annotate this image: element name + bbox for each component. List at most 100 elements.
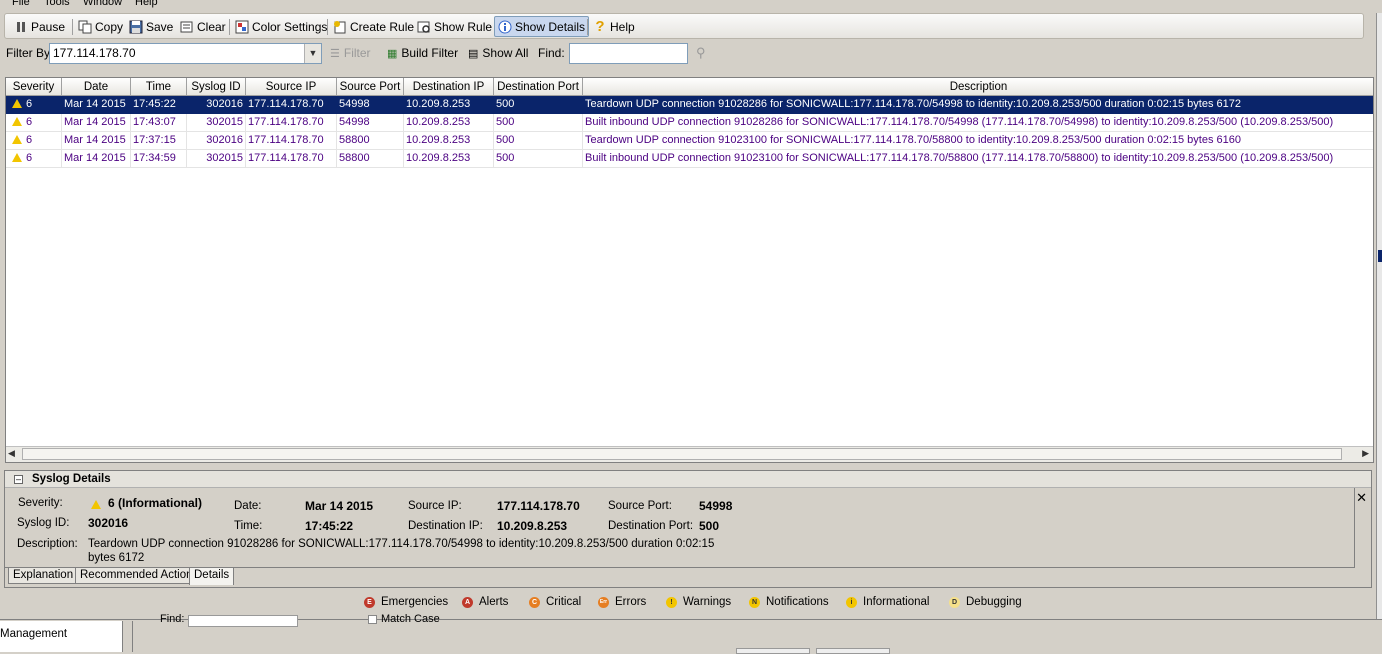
menu-help[interactable]: Help [135,0,158,8]
pause-button[interactable]: Pause [11,16,68,37]
scrollbar-thumb[interactable] [22,448,1342,460]
table-cell: Built inbound UDP connection 91028286 fo… [583,114,1373,132]
search-icon[interactable]: ⚲ [696,45,706,61]
legend-warnings[interactable]: ! Warnings [666,596,731,608]
table-row[interactable]: 6 Mar 14 2015 17:37:15 302016 177.114.178.70… [6,132,1373,150]
column-header-description[interactable]: Description [583,78,1373,96]
legend-critical[interactable]: C Critical [529,596,581,608]
notifications-icon: N [749,596,760,608]
copy-icon [78,20,92,34]
source-ip-value: 177.114.178.70 [497,499,580,513]
table-cell: 302016 [187,132,246,150]
severity-cell: 6 [6,114,62,132]
horizontal-scrollbar[interactable]: ◀ ▶ [6,446,1373,462]
column-header-syslog-id[interactable]: Syslog ID [187,78,246,96]
collapse-icon[interactable]: – [14,475,23,484]
table-row[interactable]: 6 Mar 14 2015 17:43:07 302015 177.114.178.70… [6,114,1373,132]
help-icon: ? [595,17,605,35]
informational-icon: i [846,596,857,608]
time-label: Time: [234,520,263,532]
severity-value: 6 (Informational) [108,496,203,510]
legend-label: Critical [546,596,582,608]
match-case-checkbox[interactable] [368,615,377,624]
table-cell: 17:43:07 [131,114,187,132]
menu-window[interactable]: Window [83,0,122,8]
clear-icon [180,20,194,34]
show-all-icon: ▤ [468,47,479,60]
destination-port-label: Destination Port: [608,520,694,532]
show-details-button[interactable]: Show Details [494,16,590,37]
syslog-details-title: Syslog Details [32,473,111,485]
destination-ip-label: Destination IP: [408,520,483,532]
filter-by-combobox[interactable]: 177.114.178.70 ▼ [49,43,322,64]
legend-debugging[interactable]: D Debugging [949,596,1022,608]
table-cell: 54998 [337,114,404,132]
table-cell: 500 [494,114,583,132]
create-rule-button[interactable]: Create Rule [330,16,417,37]
table-cell: 10.209.8.253 [404,114,494,132]
filter-button[interactable]: ☰ Filter [330,46,371,60]
table-cell: 58800 [337,132,404,150]
show-rule-button[interactable]: Show Rule [414,16,495,37]
background-find-input[interactable] [188,615,298,627]
clear-button[interactable]: Clear [177,16,229,37]
table-row[interactable]: 6 Mar 14 2015 17:34:59 302015 177.114.178.70… [6,150,1373,168]
column-header-source-ip[interactable]: Source IP [246,78,337,96]
match-case-label: Match Case [381,613,440,625]
table-cell: Mar 14 2015 [62,96,131,114]
legend-label: Alerts [479,596,509,608]
background-find-label: Find: [160,613,185,625]
menu-tools[interactable]: Tools [44,0,70,8]
copy-button[interactable]: Copy [75,16,126,37]
table-cell: Built inbound UDP connection 91023100 fo… [583,150,1373,168]
save-button[interactable]: Save [126,16,176,37]
find-input[interactable] [569,43,688,64]
build-filter-button[interactable]: ▦ Build Filter [387,46,458,60]
legend-notifications[interactable]: N Notifications [749,596,829,608]
legend-alerts[interactable]: A Alerts [462,596,508,608]
destination-port-value: 500 [699,519,720,533]
find-label: Find: [538,46,565,60]
tab-explanation[interactable]: Explanation [8,567,79,584]
tab-recommended-action[interactable]: Recommended Action [75,567,198,584]
color-settings-button[interactable]: Color Settings [232,16,330,37]
severity-value: 6 [26,116,33,128]
show-all-button[interactable]: ▤ Show All [468,46,528,60]
syslog-table: Severity Date Time Syslog ID Source IP Source… [5,77,1374,463]
close-icon[interactable]: ✕ [1356,490,1367,506]
pause-label: Pause [31,19,66,34]
save-label: Save [146,19,174,34]
scroll-right-icon[interactable]: ▶ [1362,448,1369,459]
table-cell: 302015 [187,150,246,168]
legend-label: Debugging [966,596,1022,608]
column-header-destination-port[interactable]: Destination Port [494,78,583,96]
management-label[interactable]: Management [0,628,67,640]
tab-details[interactable]: Details [189,567,235,585]
legend-label: Warnings [683,596,732,608]
legend-emergencies[interactable]: E Emergencies [364,596,448,608]
legend-label: Notifications [766,596,829,608]
column-header-source-port[interactable]: Source Port [337,78,404,96]
help-button[interactable]: ? Help [590,16,638,37]
color-settings-label: Color Settings [252,19,328,34]
table-row[interactable]: 6 Mar 14 2015 17:45:22 302016 177.114.178.70… [6,96,1373,114]
description-value-line2: bytes 6172 [88,552,145,564]
column-header-time[interactable]: Time [131,78,187,96]
syslog-id-label: Syslog ID: [17,517,70,529]
table-cell: Teardown UDP connection 91028286 for SON… [583,96,1373,114]
warning-icon [12,99,22,108]
show-rule-icon [417,20,431,34]
legend-informational[interactable]: i Informational [846,596,929,608]
column-header-severity[interactable]: Severity [6,78,62,96]
legend-errors[interactable]: Err Errors [598,596,646,608]
create-rule-label: Create Rule [350,19,415,34]
column-header-destination-ip[interactable]: Destination IP [404,78,494,96]
scroll-left-icon[interactable]: ◀ [8,448,15,459]
syslog-details-header[interactable]: – Syslog Details [5,471,1371,488]
menu-file[interactable]: File [12,0,30,8]
table-cell: 17:37:15 [131,132,187,150]
source-port-label: Source Port: [608,500,672,512]
warnings-icon: ! [666,596,677,608]
column-header-date[interactable]: Date [62,78,131,96]
chevron-down-icon[interactable]: ▼ [304,44,321,63]
